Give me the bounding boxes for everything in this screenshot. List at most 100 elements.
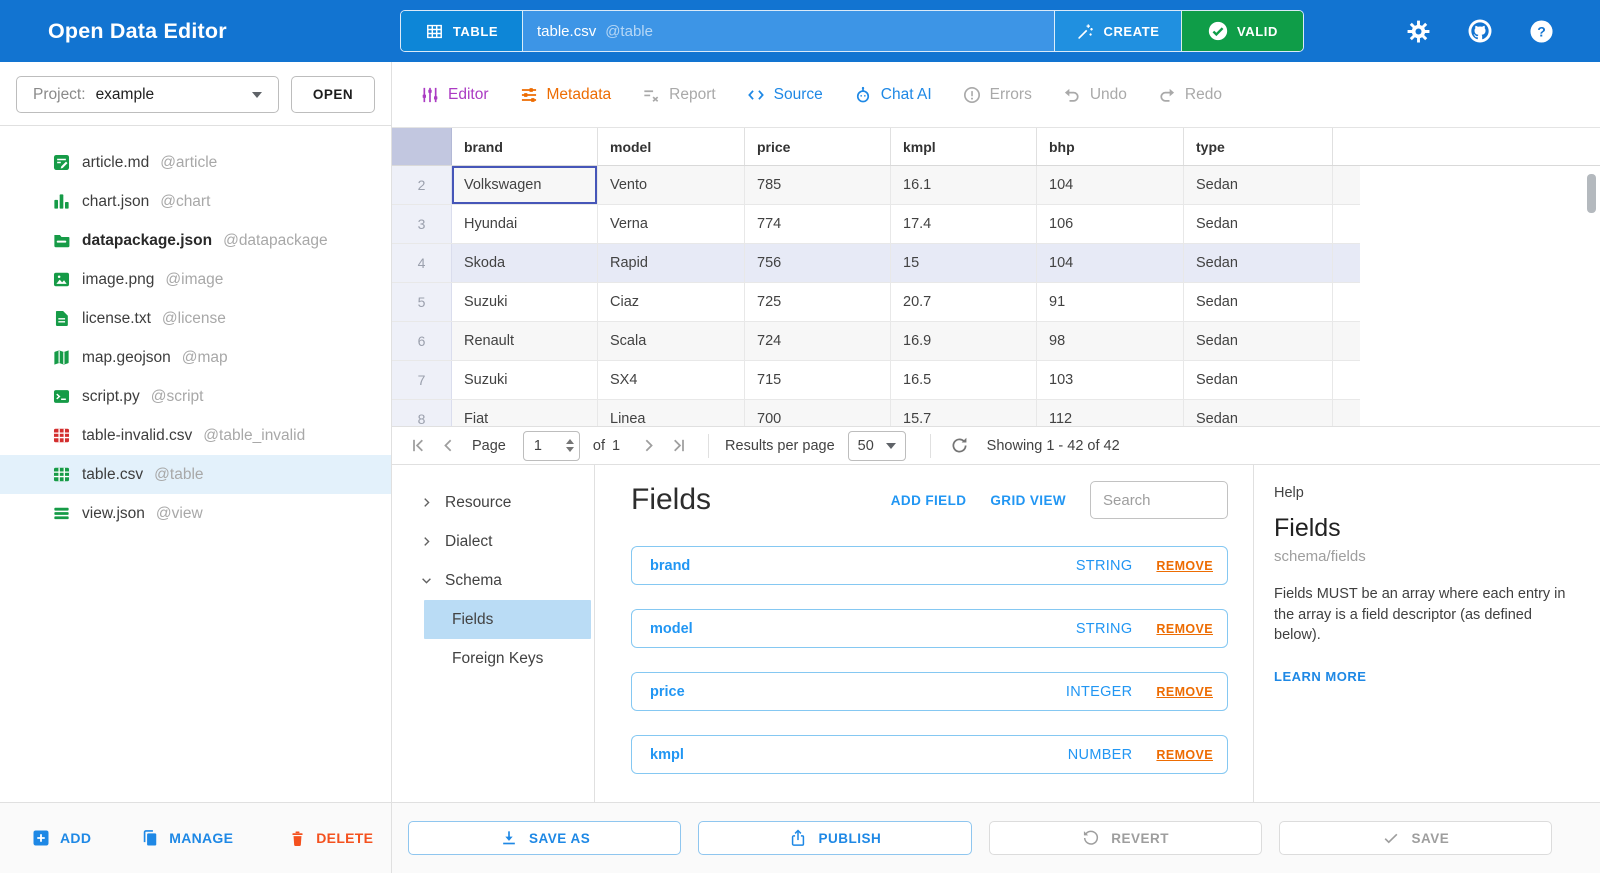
cell-r7-price[interactable]: 715 xyxy=(745,361,891,399)
toolbar-item-chat-ai[interactable]: Chat AI xyxy=(853,85,932,105)
cell-r3-brand[interactable]: Hyundai xyxy=(452,205,598,243)
create-button[interactable]: CREATE xyxy=(1054,11,1181,51)
tree-item-dialect[interactable]: Dialect xyxy=(392,522,594,561)
delete-file-button[interactable]: DELETE xyxy=(288,829,373,848)
column-header-model[interactable]: model xyxy=(598,128,745,165)
tree-item-fields[interactable]: Fields xyxy=(424,600,591,639)
next-page-icon[interactable] xyxy=(635,432,661,460)
cell-r8-type[interactable]: Sedan xyxy=(1184,400,1333,426)
toolbar-item-errors[interactable]: Errors xyxy=(962,85,1032,105)
page-stepper-arrows[interactable] xyxy=(566,439,574,453)
first-page-icon[interactable] xyxy=(404,432,430,460)
cell-r2-kmpl[interactable]: 16.1 xyxy=(891,166,1037,204)
document-name-input[interactable]: table.csv @table xyxy=(523,11,1054,51)
table-scrollbar[interactable] xyxy=(1587,174,1596,213)
cell-r4-bhp[interactable]: 104 xyxy=(1037,244,1184,282)
cell-r5-brand[interactable]: Suzuki xyxy=(452,283,598,321)
stepper-down-icon[interactable] xyxy=(566,447,574,452)
stepper-up-icon[interactable] xyxy=(566,439,574,444)
column-header-price[interactable]: price xyxy=(745,128,891,165)
cell-r8-model[interactable]: Linea xyxy=(598,400,745,426)
help-icon[interactable]: ? xyxy=(1529,19,1554,44)
remove-field-button[interactable]: REMOVE xyxy=(1156,622,1213,636)
save-as-button[interactable]: SAVE AS xyxy=(408,821,681,855)
cell-r3-price[interactable]: 774 xyxy=(745,205,891,243)
cell-r3-type[interactable]: Sedan xyxy=(1184,205,1333,243)
cell-r4-brand[interactable]: Skoda xyxy=(452,244,598,282)
column-header-type[interactable]: type xyxy=(1184,128,1333,165)
cell-r7-brand[interactable]: Suzuki xyxy=(452,361,598,399)
page-number-input[interactable] xyxy=(534,438,560,454)
cell-r7-model[interactable]: SX4 xyxy=(598,361,745,399)
file-item-image[interactable]: image.png@image xyxy=(0,260,391,299)
add-file-button[interactable]: ADD xyxy=(31,828,91,848)
cell-r4-model[interactable]: Rapid xyxy=(598,244,745,282)
remove-field-button[interactable]: REMOVE xyxy=(1156,559,1213,573)
field-card-price[interactable]: priceINTEGERREMOVE xyxy=(631,672,1228,711)
table-corner-cell[interactable] xyxy=(392,128,452,165)
column-header-kmpl[interactable]: kmpl xyxy=(891,128,1037,165)
remove-field-button[interactable]: REMOVE xyxy=(1156,748,1213,762)
cell-r8-brand[interactable]: Fiat xyxy=(452,400,598,426)
cell-r3-kmpl[interactable]: 17.4 xyxy=(891,205,1037,243)
table-view-tab[interactable]: TABLE xyxy=(401,11,523,51)
toolbar-item-source[interactable]: Source xyxy=(746,85,823,105)
row-number-7[interactable]: 7 xyxy=(392,361,452,399)
valid-status-button[interactable]: VALID xyxy=(1181,11,1303,51)
open-project-button[interactable]: OPEN xyxy=(291,76,375,113)
per-page-select[interactable]: 50 xyxy=(848,431,906,461)
github-icon[interactable] xyxy=(1467,18,1493,44)
file-item-table[interactable]: table.csv@table xyxy=(0,455,391,494)
project-select[interactable]: Project: example xyxy=(16,76,279,113)
remove-field-button[interactable]: REMOVE xyxy=(1156,685,1213,699)
cell-r6-price[interactable]: 724 xyxy=(745,322,891,360)
cell-r3-bhp[interactable]: 106 xyxy=(1037,205,1184,243)
previous-page-icon[interactable] xyxy=(435,432,461,460)
file-item-table_invalid[interactable]: table-invalid.csv@table_invalid xyxy=(0,416,391,455)
row-number-4[interactable]: 4 xyxy=(392,244,452,282)
save-button[interactable]: SAVE xyxy=(1279,821,1552,855)
cell-r5-kmpl[interactable]: 20.7 xyxy=(891,283,1037,321)
cell-r4-kmpl[interactable]: 15 xyxy=(891,244,1037,282)
add-field-button[interactable]: ADD FIELD xyxy=(891,493,967,508)
cell-r7-type[interactable]: Sedan xyxy=(1184,361,1333,399)
tree-item-resource[interactable]: Resource xyxy=(392,483,594,522)
cell-r4-type[interactable]: Sedan xyxy=(1184,244,1333,282)
row-number-8[interactable]: 8 xyxy=(392,400,452,426)
toolbar-item-report[interactable]: Report xyxy=(641,85,716,105)
cell-r6-model[interactable]: Scala xyxy=(598,322,745,360)
cell-r3-model[interactable]: Verna xyxy=(598,205,745,243)
file-item-script[interactable]: script.py@script xyxy=(0,377,391,416)
file-item-datapackage[interactable]: datapackage.json@datapackage xyxy=(0,221,391,260)
publish-button[interactable]: PUBLISH xyxy=(698,821,971,855)
cell-r2-brand[interactable]: Volkswagen xyxy=(452,166,598,204)
cell-r2-model[interactable]: Vento xyxy=(598,166,745,204)
cell-r6-kmpl[interactable]: 16.9 xyxy=(891,322,1037,360)
cell-r6-bhp[interactable]: 98 xyxy=(1037,322,1184,360)
file-item-map[interactable]: map.geojson@map xyxy=(0,338,391,377)
tree-item-schema[interactable]: Schema xyxy=(392,561,594,600)
file-item-license[interactable]: license.txt@license xyxy=(0,299,391,338)
last-page-icon[interactable] xyxy=(666,432,692,460)
cell-r8-kmpl[interactable]: 15.7 xyxy=(891,400,1037,426)
cell-r5-bhp[interactable]: 91 xyxy=(1037,283,1184,321)
column-header-brand[interactable]: brand xyxy=(452,128,598,165)
refresh-icon[interactable] xyxy=(947,432,973,460)
file-item-article[interactable]: article.md@article xyxy=(0,143,391,182)
toolbar-item-metadata[interactable]: Metadata xyxy=(519,85,612,105)
column-header-bhp[interactable]: bhp xyxy=(1037,128,1184,165)
cell-r2-type[interactable]: Sedan xyxy=(1184,166,1333,204)
grid-view-button[interactable]: GRID VIEW xyxy=(990,493,1066,508)
field-search-input[interactable] xyxy=(1090,481,1228,519)
revert-button[interactable]: REVERT xyxy=(989,821,1262,855)
settings-icon[interactable] xyxy=(1406,19,1431,44)
file-item-chart[interactable]: chart.json@chart xyxy=(0,182,391,221)
cell-r7-bhp[interactable]: 103 xyxy=(1037,361,1184,399)
cell-r2-price[interactable]: 785 xyxy=(745,166,891,204)
cell-r6-type[interactable]: Sedan xyxy=(1184,322,1333,360)
cell-r5-model[interactable]: Ciaz xyxy=(598,283,745,321)
cell-r8-bhp[interactable]: 112 xyxy=(1037,400,1184,426)
cell-r5-type[interactable]: Sedan xyxy=(1184,283,1333,321)
toolbar-item-redo[interactable]: Redo xyxy=(1157,85,1222,105)
tree-item-foreign-keys[interactable]: Foreign Keys xyxy=(392,639,594,678)
